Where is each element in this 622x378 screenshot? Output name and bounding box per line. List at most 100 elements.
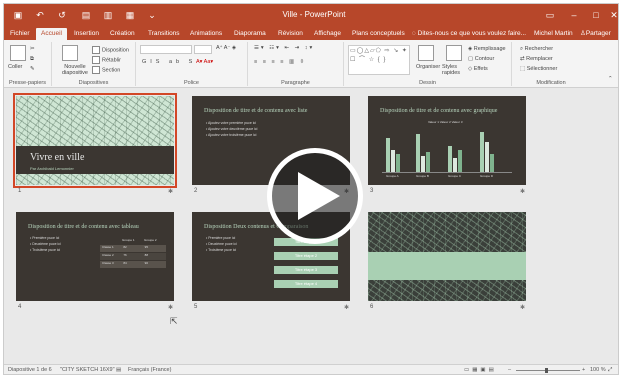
- quick-styles-icon[interactable]: [446, 45, 462, 61]
- undo-icon[interactable]: ↶: [34, 9, 46, 21]
- tab-insertion[interactable]: Insertion: [74, 28, 99, 40]
- quick-styles-button[interactable]: Styles rapides: [442, 64, 464, 76]
- save-icon[interactable]: ▣: [12, 9, 24, 21]
- slide-thumbnail-4[interactable]: Disposition de titre et de contenu avec …: [16, 212, 174, 301]
- user-name[interactable]: Michel Martin: [534, 28, 573, 40]
- table-cell: 90: [144, 261, 148, 265]
- x-tick-label: Groupe D: [480, 174, 494, 178]
- new-slide-button[interactable]: Nouvelle diapositive: [56, 64, 94, 76]
- slide-thumbnail-6[interactable]: [368, 212, 526, 301]
- bar: [421, 156, 425, 172]
- effects-button[interactable]: ◇ Effets: [468, 66, 488, 72]
- collapse-ribbon-icon[interactable]: ⌃: [608, 76, 613, 82]
- font-size-select[interactable]: [194, 45, 212, 54]
- slide-number: 5: [194, 304, 198, 310]
- theme-name: "CITY SKETCH 16X9": [60, 367, 115, 373]
- start-slideshow-icon[interactable]: ▤: [80, 9, 92, 21]
- font-color-icon[interactable]: A▾ Aa▾: [196, 59, 213, 65]
- replace-button[interactable]: ⇄ Remplacer: [520, 56, 553, 62]
- tab-revision[interactable]: Révision: [278, 28, 303, 40]
- grow-font-icon[interactable]: A⁺ A⁻ ◈: [216, 45, 236, 51]
- group-font: A⁺ A⁻ ◈ GIS ab S A▾ Aa▾ Police: [136, 42, 248, 86]
- bar: [386, 138, 390, 172]
- arrange-icon[interactable]: [418, 45, 434, 61]
- reset-button[interactable]: Rétablir: [92, 56, 121, 64]
- zoom-level[interactable]: 100 %: [590, 367, 606, 373]
- tab-affichage[interactable]: Affichage: [314, 28, 341, 40]
- fill-button[interactable]: ◈ Remplissage: [468, 46, 506, 52]
- slide-number: 3: [370, 188, 374, 194]
- table-row: Classe 2 76 88: [100, 253, 166, 260]
- more-commands-icon[interactable]: ⌄: [146, 9, 158, 21]
- select-button[interactable]: ⬚ Sélectionner: [520, 66, 557, 72]
- close-icon[interactable]: ✕: [606, 8, 618, 22]
- zoom-out-icon[interactable]: –: [508, 367, 511, 373]
- zoom-in-icon[interactable]: +: [582, 367, 585, 373]
- table-row: Classe 3 84 90: [100, 261, 166, 268]
- section-button[interactable]: Section: [92, 66, 120, 74]
- tab-diaporama[interactable]: Diaporama: [234, 28, 266, 40]
- minimize-icon[interactable]: –: [566, 8, 582, 22]
- language-icon[interactable]: ▤: [116, 367, 121, 373]
- tab-accueil[interactable]: Accueil: [36, 28, 67, 40]
- zoom-slider-thumb[interactable]: [545, 368, 548, 373]
- slide-number: 2: [194, 188, 198, 194]
- ribbon-display-icon[interactable]: ▭: [542, 8, 558, 22]
- slide-count: Diapositive 1 de 6: [8, 367, 52, 373]
- group-label-drawing: Dessin: [419, 80, 436, 86]
- table-header: Groupe 1: [122, 238, 135, 242]
- font-style-buttons[interactable]: GIS ab S: [142, 59, 196, 65]
- redo-icon[interactable]: ↺: [56, 9, 68, 21]
- shapes-gallery[interactable]: ▭◯△▱⬠ ⇨ ↘ ✦ ☐ ⌒ ☆ { }: [348, 45, 410, 75]
- copy-icon[interactable]: ⧉: [30, 56, 34, 63]
- group-editing: ⌕ Rechercher ⇄ Remplacer ⬚ Sélectionner …: [512, 42, 590, 86]
- video-play-button[interactable]: [267, 148, 363, 244]
- align-icons[interactable]: ≡ ≡ ≡ ≡ ▥ ⇳: [254, 59, 306, 65]
- arrange-button[interactable]: Organiser: [416, 64, 440, 70]
- x-tick-label: Groupe C: [448, 174, 462, 178]
- bar: [453, 158, 457, 172]
- mouse-cursor-icon: ⇱: [170, 316, 178, 326]
- bar: [391, 150, 395, 172]
- bar: [490, 154, 494, 172]
- maximize-icon[interactable]: □: [588, 8, 604, 22]
- print-icon[interactable]: ▥: [102, 9, 114, 21]
- x-tick-label: Groupe B: [416, 174, 429, 178]
- bullets-icon[interactable]: ☰▾ ☷▾ ⇤ ⇥ ↕▾: [254, 45, 314, 51]
- font-family-select[interactable]: [140, 45, 192, 54]
- paste-icon[interactable]: [10, 45, 26, 61]
- share-button[interactable]: ♙Partager: [580, 28, 611, 40]
- transition-star-icon: ✱: [344, 305, 350, 311]
- chart-axis: [382, 172, 512, 173]
- tab-transitions[interactable]: Transitions: [148, 28, 180, 40]
- customize-icon[interactable]: ▦: [124, 9, 136, 21]
- new-slide-icon[interactable]: [62, 45, 78, 61]
- find-button[interactable]: ⌕ Rechercher: [520, 46, 553, 53]
- reset-icon: [92, 56, 100, 64]
- section-icon: [92, 66, 100, 74]
- fit-to-window-icon[interactable]: ⤢: [608, 367, 612, 374]
- ribbon-tabs: Fichier Accueil Insertion Création Trans…: [4, 26, 618, 40]
- outline-button[interactable]: ▢ Contour: [468, 56, 494, 62]
- cut-icon[interactable]: ✂: [30, 46, 35, 52]
- zoom-slider[interactable]: [516, 370, 580, 371]
- language[interactable]: Français (France): [128, 367, 171, 373]
- tab-animations[interactable]: Animations: [190, 28, 222, 40]
- bullet: • Première puce ici: [30, 236, 60, 240]
- slide-thumbnail-3[interactable]: Disposition de titre et de contenu avec …: [368, 96, 526, 185]
- format-painter-icon[interactable]: ✎: [30, 66, 35, 72]
- ribbon: Coller ✂ ⧉ ✎ Presse-papiers Nouvelle dia…: [4, 40, 618, 88]
- process-box: Titre étape 2: [274, 252, 338, 260]
- table-cell: 84: [123, 261, 127, 265]
- status-bar: Diapositive 1 de 6 "CITY SKETCH 16X9" ▤ …: [4, 364, 618, 374]
- tell-me-input[interactable]: ◌ Dites-nous ce que vous voulez faire...: [412, 28, 526, 40]
- table-cell: 76: [123, 253, 127, 257]
- tab-plans-conceptuels[interactable]: Plans conceptuels: [352, 28, 405, 40]
- layout-button[interactable]: Disposition: [92, 46, 129, 54]
- tab-fichier[interactable]: Fichier: [10, 28, 30, 40]
- slide-number: 1: [18, 188, 22, 194]
- view-buttons-icon[interactable]: ▭▦▣▤: [464, 367, 497, 373]
- tab-creation[interactable]: Création: [110, 28, 135, 40]
- paste-button[interactable]: Coller: [8, 64, 22, 70]
- slide-thumbnail-1[interactable]: Vivre en ville Par Archibald Lemonnier: [13, 93, 177, 188]
